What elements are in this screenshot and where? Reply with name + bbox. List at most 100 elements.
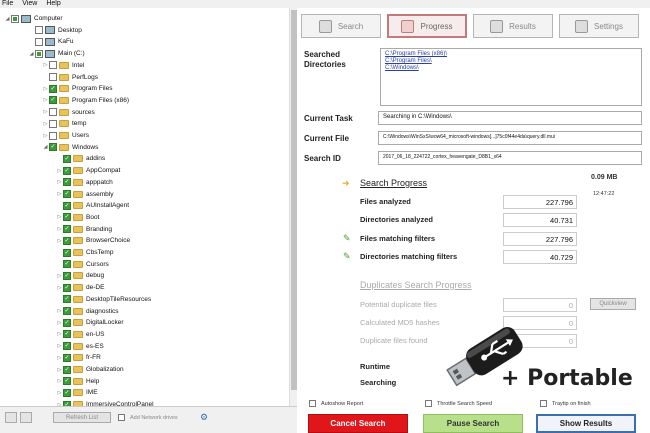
tab-settings[interactable]: Settings <box>559 14 639 38</box>
tree-checkbox[interactable] <box>35 26 43 35</box>
traytip-checkbox[interactable] <box>540 400 547 407</box>
expand-arrow-icon[interactable]: ◢ <box>4 16 11 22</box>
pause-search-button[interactable]: Pause Search <box>423 414 523 433</box>
tree-item[interactable]: ▷ ✓ BrowserChoice <box>56 236 130 245</box>
tree-checkbox[interactable]: ✓ <box>49 143 57 152</box>
tree-checkbox[interactable]: ✓ <box>63 213 71 222</box>
tree-item[interactable]: ▷ ✓ Program Files <box>42 84 112 93</box>
tree-checkbox[interactable]: ✓ <box>63 248 71 257</box>
tree-checkbox[interactable]: ✓ <box>63 388 71 397</box>
quickview-button[interactable]: Quickview <box>590 298 636 310</box>
tree-checkbox[interactable]: ✓ <box>63 271 71 280</box>
tree-item[interactable]: ▷ ✓ Program Files (x86) <box>42 96 129 105</box>
expand-icon[interactable] <box>5 412 17 423</box>
throttle-checkbox[interactable] <box>425 400 432 407</box>
tree-checkbox[interactable]: ✓ <box>63 154 71 163</box>
tree-checkbox[interactable]: ✓ <box>63 318 71 327</box>
tab-results[interactable]: Results <box>473 14 553 38</box>
tree-checkbox[interactable]: ✓ <box>63 201 71 210</box>
tree-checkbox[interactable]: ✓ <box>63 225 71 234</box>
throttle-option[interactable]: Throttle Search Speed <box>425 400 492 407</box>
tree-item[interactable]: ◢ Main (C:) <box>28 49 85 58</box>
scrollbar-thumb[interactable] <box>291 10 297 390</box>
tree-item[interactable]: ▷ ✓ diagnostics <box>56 307 119 316</box>
refresh-list-button[interactable]: Refresh List <box>53 412 111 423</box>
tree-item[interactable]: ▷ ✓ assembly <box>56 190 113 199</box>
tree-checkbox[interactable] <box>35 37 43 46</box>
tree-item[interactable]: ▷ ✓ Globalization <box>56 365 124 374</box>
network-icon[interactable]: ⚙ <box>200 412 210 422</box>
expand-arrow-icon[interactable]: ▷ <box>56 168 63 174</box>
tree-checkbox[interactable]: ✓ <box>63 236 71 245</box>
tree-item[interactable]: ▷ ✓ es-ES <box>56 342 104 351</box>
tree-checkbox[interactable]: ✓ <box>49 84 57 93</box>
expand-arrow-icon[interactable]: ▷ <box>42 121 49 127</box>
tree-item[interactable]: ✓ AUInstallAgent <box>56 201 129 210</box>
tree-item[interactable]: ✓ addins <box>56 154 105 163</box>
tree-item[interactable]: ▷ ✓ DigitalLocker <box>56 318 124 327</box>
tree-checkbox[interactable]: ✓ <box>63 178 71 187</box>
add-network-checkbox[interactable] <box>118 414 125 421</box>
menu-file[interactable]: File <box>2 0 13 8</box>
expand-arrow-icon[interactable]: ▷ <box>56 226 63 232</box>
tree-checkbox[interactable]: ✓ <box>63 377 71 386</box>
expand-arrow-icon[interactable]: ▷ <box>56 343 63 349</box>
expand-arrow-icon[interactable]: ▷ <box>56 238 63 244</box>
expand-arrow-icon[interactable]: ▷ <box>56 320 63 326</box>
expand-arrow-icon[interactable]: ▷ <box>56 308 63 314</box>
expand-arrow-icon[interactable]: ▷ <box>42 109 49 115</box>
searched-dir-item[interactable]: C:\Program Files\ <box>385 58 637 65</box>
tree-checkbox[interactable]: ✓ <box>63 190 71 198</box>
expand-arrow-icon[interactable]: ◢ <box>28 51 35 57</box>
tree-item[interactable]: ▷ ✓ Boot <box>56 213 99 222</box>
autoshow-checkbox[interactable] <box>309 400 316 407</box>
tree-checkbox[interactable] <box>49 119 57 128</box>
tree-item[interactable]: ▷ ✓ debug <box>56 271 104 280</box>
tree-item[interactable]: ▷ Intel <box>42 61 84 70</box>
tree-item[interactable]: ▷ temp <box>42 119 86 128</box>
tree-checkbox[interactable]: ✓ <box>63 166 71 175</box>
expand-arrow-icon[interactable]: ▷ <box>42 62 49 68</box>
tree-checkbox[interactable] <box>11 14 19 23</box>
expand-arrow-icon[interactable]: ▷ <box>56 285 63 291</box>
expand-arrow-icon[interactable]: ▷ <box>56 179 63 185</box>
expand-arrow-icon[interactable]: ▷ <box>56 273 63 279</box>
tab-search[interactable]: Search <box>301 14 381 38</box>
tree-item[interactable]: KaFu <box>28 37 74 46</box>
expand-arrow-icon[interactable]: ▷ <box>56 191 63 197</box>
autoshow-report-option[interactable]: Autoshow Report <box>309 400 363 407</box>
directory-tree[interactable]: ◢ Computer Desktop KaFu ◢ Main (C:) ▷ Intel Perf… <box>0 8 297 406</box>
tree-item[interactable]: ✓ CbsTemp <box>56 248 113 257</box>
tree-item[interactable]: ▷ ✓ AppCompat <box>56 166 120 175</box>
tree-checkbox[interactable]: ✓ <box>49 96 57 105</box>
tab-progress[interactable]: Progress <box>387 14 467 38</box>
searched-directories-list[interactable]: C:\Program Files (x86)\ C:\Program Files… <box>380 48 642 106</box>
tree-item[interactable]: ▷ ✓ en-US <box>56 330 104 339</box>
tree-checkbox[interactable]: ✓ <box>63 295 71 304</box>
tree-item[interactable]: Desktop <box>28 26 82 35</box>
searched-dir-item[interactable]: C:\Windows\ <box>385 65 637 72</box>
tree-checkbox[interactable] <box>49 61 57 70</box>
expand-arrow-icon[interactable]: ▷ <box>56 390 63 396</box>
tree-checkbox[interactable] <box>49 73 57 81</box>
searched-dir-item[interactable]: C:\Program Files (x86)\ <box>385 51 637 58</box>
tree-item[interactable]: ✓ Cursors <box>56 260 109 269</box>
expand-arrow-icon[interactable]: ▷ <box>56 367 63 373</box>
expand-arrow-icon[interactable]: ▷ <box>56 331 63 337</box>
tree-checkbox[interactable]: ✓ <box>63 260 71 269</box>
tree-item[interactable]: ▷ ✓ IME <box>56 388 98 397</box>
cancel-search-button[interactable]: Cancel Search <box>308 414 408 433</box>
tree-item[interactable]: ▷ ✓ apppatch <box>56 178 113 187</box>
tree-item[interactable]: ▷ ✓ Branding <box>56 225 112 234</box>
collapse-icon[interactable] <box>20 412 32 423</box>
tree-checkbox[interactable] <box>35 49 43 58</box>
expand-arrow-icon[interactable]: ◢ <box>42 144 49 150</box>
tree-checkbox[interactable]: ✓ <box>63 283 71 292</box>
tree-checkbox[interactable]: ✓ <box>63 353 71 362</box>
expand-arrow-icon[interactable]: ▷ <box>56 378 63 384</box>
tree-checkbox[interactable]: ✓ <box>63 330 71 339</box>
tree-checkbox[interactable]: ✓ <box>63 342 71 351</box>
tree-item[interactable]: ▷ Users <box>42 131 89 140</box>
tree-checkbox[interactable]: ✓ <box>63 307 71 315</box>
traytip-option[interactable]: Traytip on finish <box>540 400 591 407</box>
